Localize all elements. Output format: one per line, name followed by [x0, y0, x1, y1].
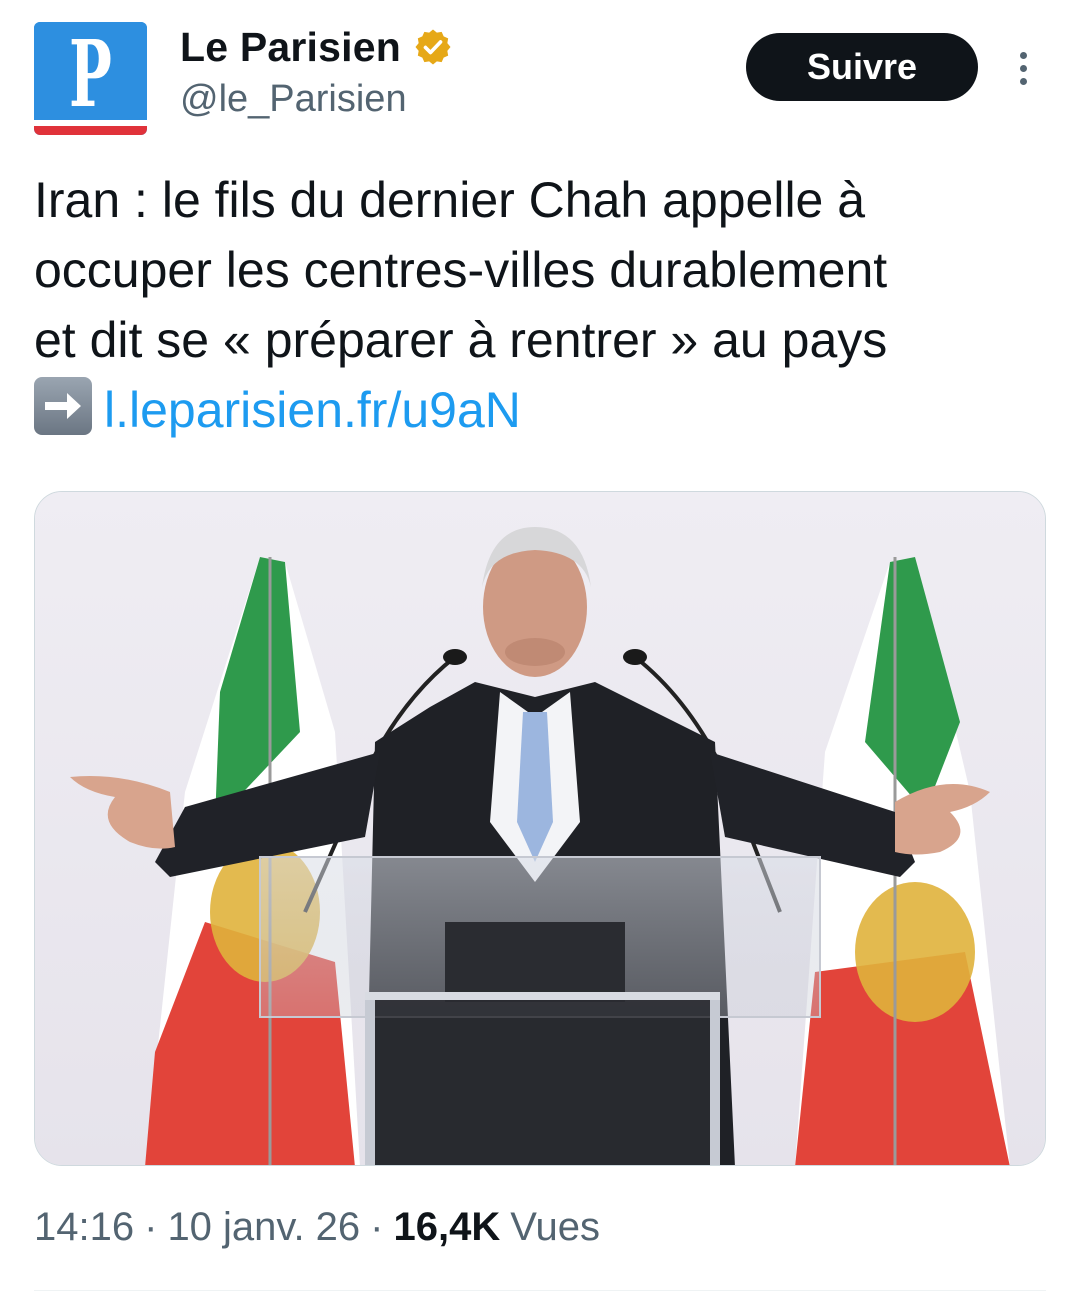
meta-separator: · — [370, 1205, 384, 1249]
dot — [1019, 64, 1027, 72]
tweet-text-line: occuper les centres-villes durablement — [34, 242, 888, 298]
tweet-date[interactable]: 10 janv. 26 — [167, 1205, 360, 1250]
account-name-row: Le Parisien — [180, 24, 453, 70]
divider — [34, 1290, 1046, 1291]
views-count: 16,4K — [393, 1205, 501, 1249]
tweet-text: Iran : le fils du dernier Chah appelle à… — [34, 165, 1044, 445]
account-handle[interactable]: @le_Parisien — [180, 78, 407, 121]
account-name[interactable]: Le Parisien — [180, 24, 401, 71]
tweet-meta: 14:16 · 10 janv. 26 · 16,4K Vues — [34, 1205, 600, 1250]
views-label: Vues — [510, 1205, 600, 1249]
tweet-time[interactable]: 14:16 — [34, 1205, 134, 1250]
verified-badge-icon — [415, 29, 451, 65]
dot — [1019, 51, 1027, 59]
speaker-at-podium-photo — [35, 492, 1045, 1165]
tweet-header: P Le Parisien @le_Parisien Suivre — [0, 0, 1080, 150]
avatar[interactable]: P — [34, 22, 147, 135]
tweet-link-line: l.leparisien.fr/u9aN — [34, 375, 1044, 445]
more-vertical-icon[interactable] — [1006, 44, 1040, 92]
follow-button[interactable]: Suivre — [746, 33, 978, 101]
avatar-logo-letter: P — [69, 22, 112, 128]
meta-separator: · — [144, 1205, 158, 1249]
dot — [1019, 77, 1027, 85]
tweet-photo[interactable] — [34, 491, 1046, 1166]
article-link[interactable]: l.leparisien.fr/u9aN — [104, 382, 521, 438]
avatar-stripe-red — [34, 126, 147, 135]
right-arrow-emoji-icon — [34, 377, 92, 435]
tweet-text-line: et dit se « préparer à rentrer » au pays — [34, 312, 888, 368]
tweet-text-line: Iran : le fils du dernier Chah appelle à — [34, 172, 866, 228]
